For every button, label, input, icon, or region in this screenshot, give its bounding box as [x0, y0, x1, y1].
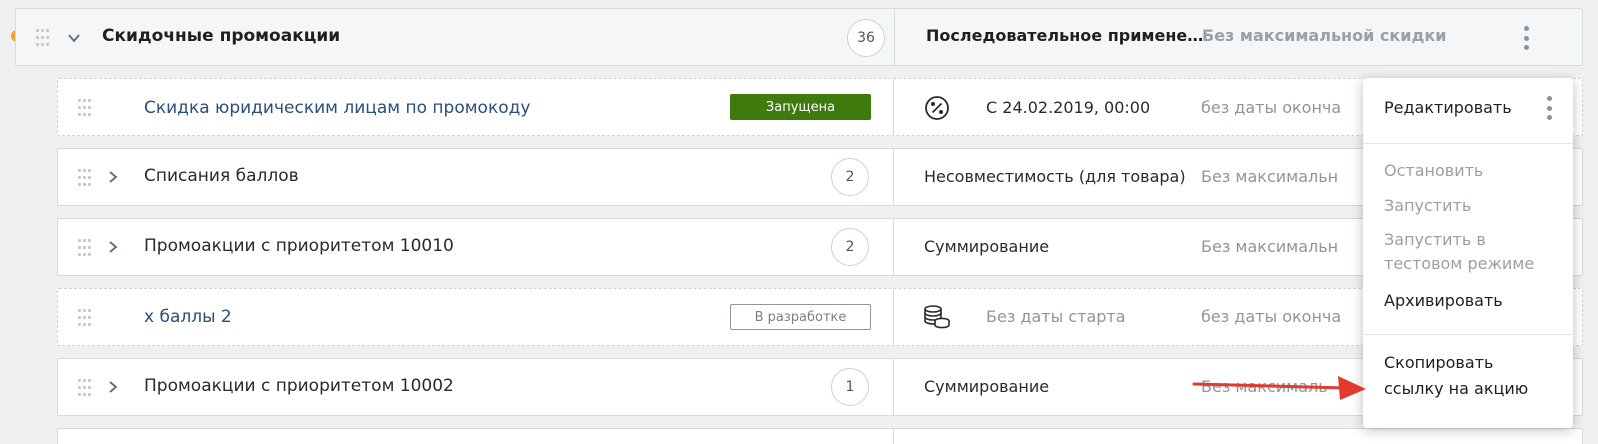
percent-icon: [924, 95, 950, 121]
group-mode: Суммирование: [924, 377, 1050, 396]
promo-start-date: С 24.02.2019, 00:00: [986, 98, 1151, 117]
column-divider: [893, 429, 894, 444]
menu-item-stop: Остановить: [1384, 161, 1484, 180]
chevron-down-icon[interactable]: [67, 31, 81, 45]
column-divider: [893, 219, 894, 275]
menu-item-copy-link-line1: Скопировать: [1384, 353, 1494, 372]
menu-item-copy-link-line2: ссылку на акцию: [1384, 379, 1529, 398]
group-title: Списания баллов: [144, 166, 299, 186]
group-max-discount: Без максимальной скидки: [1202, 26, 1447, 45]
coins-icon: [922, 304, 952, 332]
menu-item-archive[interactable]: Архивировать: [1384, 288, 1503, 314]
column-divider: [893, 289, 894, 345]
menu-separator: [1363, 334, 1573, 335]
drag-handle-icon[interactable]: [78, 99, 92, 117]
annotation-arrow-icon: [1192, 376, 1366, 400]
menu-item-start-test-line1: Запустить в: [1384, 230, 1486, 249]
drag-handle-icon[interactable]: [78, 239, 92, 257]
row-more-menu-icon[interactable]: [1545, 96, 1553, 120]
column-divider: [893, 359, 894, 415]
group-mode: Несовместимость (для товара): [924, 167, 1186, 186]
group-count-badge: 1: [831, 368, 869, 406]
group-title: Промоакции с приоритетом 10002: [144, 376, 454, 396]
promo-end-date: без даты оконча: [1201, 98, 1342, 117]
promo-list: Скидочные промоакции 36 Последовательное…: [0, 0, 1598, 444]
group-title: Скидочные промоакции: [102, 26, 341, 46]
group-count-badge: 2: [831, 158, 869, 196]
status-badge-running: Запущена: [730, 94, 871, 120]
menu-item-copy-link[interactable]: Скопировать ссылку на акцию: [1384, 350, 1528, 402]
promo-row[interactable]: Скидка юридическим лицам по промокоду За…: [57, 78, 1583, 136]
chevron-right-icon[interactable]: [106, 240, 120, 254]
column-divider: [894, 9, 895, 65]
group-title: Промоакции с приоритетом 10010: [144, 236, 454, 256]
group-mode: Суммирование: [924, 237, 1050, 256]
group-mode: Последовательное примене…: [926, 26, 1204, 45]
column-divider: [893, 79, 894, 135]
group-row[interactable]: Промоакции с приоритетом 10010 2 Суммиро…: [57, 218, 1583, 276]
drag-handle-icon[interactable]: [78, 309, 92, 327]
group-row[interactable]: Списания баллов 2 Несовместимость (для т…: [57, 148, 1583, 206]
menu-item-edit[interactable]: Редактировать: [1384, 95, 1512, 121]
menu-item-start-test-line2: тестовом режиме: [1384, 254, 1535, 273]
group-row[interactable]: [57, 428, 1583, 444]
chevron-right-icon[interactable]: [106, 380, 120, 394]
menu-item-start: Запустить: [1384, 196, 1472, 215]
promo-title-link[interactable]: х баллы 2: [144, 307, 232, 327]
menu-item-start-test: Запустить в тестовом режиме: [1384, 228, 1534, 276]
drag-handle-icon[interactable]: [78, 379, 92, 397]
promo-start-date: Без даты старта: [986, 307, 1126, 326]
menu-separator: [1363, 143, 1573, 144]
group-count-badge: 2: [831, 228, 869, 266]
group-max-discount: Без максимальн: [1201, 237, 1339, 256]
status-badge-development: В разработке: [730, 304, 871, 330]
drag-handle-icon[interactable]: [36, 29, 50, 47]
promo-end-date: без даты оконча: [1201, 307, 1342, 326]
chevron-right-icon[interactable]: [106, 170, 120, 184]
drag-handle-icon[interactable]: [78, 169, 92, 187]
group-more-menu-icon[interactable]: [1522, 26, 1530, 50]
group-count-badge: 36: [847, 19, 885, 57]
group-max-discount: Без максимальн: [1201, 167, 1339, 186]
promo-title-link[interactable]: Скидка юридическим лицам по промокоду: [144, 98, 530, 118]
group-header-row[interactable]: Скидочные промоакции 36 Последовательное…: [15, 8, 1583, 66]
row-context-menu: Редактировать Остановить Запустить Запус…: [1363, 78, 1573, 428]
column-divider: [893, 149, 894, 205]
promo-row[interactable]: х баллы 2 В разработке Без даты старта б…: [57, 288, 1583, 346]
